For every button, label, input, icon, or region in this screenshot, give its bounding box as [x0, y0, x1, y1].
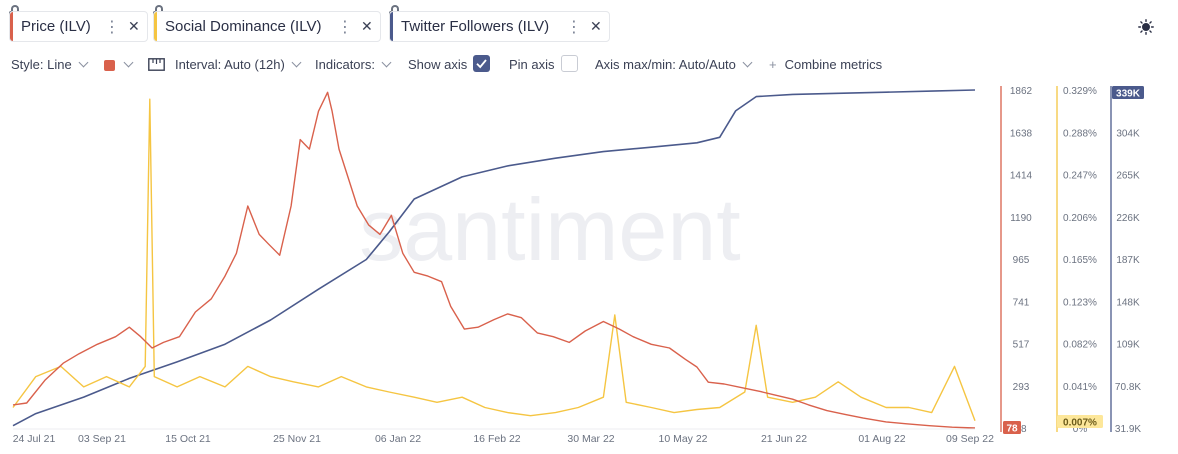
- price-axis-tick-label: 517: [1013, 340, 1030, 351]
- tab-price[interactable]: Price (ILV) ⋮ ✕: [9, 11, 148, 42]
- x-tick-label: 01 Aug 22: [858, 433, 905, 445]
- twitter-followers-axis-tick-label: 70.8K: [1115, 382, 1141, 393]
- twitter-followers-axis-tick-label: 187K: [1116, 255, 1140, 266]
- metric-tabs: Price (ILV) ⋮ ✕ Social Dominance (ILV) ⋮…: [0, 0, 1178, 52]
- show-axis-label: Show axis: [408, 57, 468, 72]
- chevron-down-icon: [291, 57, 302, 68]
- x-tick-label: 10 May 22: [658, 433, 707, 445]
- show-axis-checkbox[interactable]: [473, 55, 490, 72]
- social-dominance-axis-tick-label: 0.288%: [1063, 128, 1097, 139]
- price-axis-tick-label: 1862: [1010, 86, 1033, 97]
- style-select[interactable]: Style: Line: [11, 57, 89, 72]
- social-dominance-axis-tick-label: 0.123%: [1063, 297, 1097, 308]
- x-tick-label: 06 Jan 22: [375, 433, 421, 445]
- tab-social-dominance-color: [154, 12, 157, 41]
- tab-social-dominance-label: Social Dominance (ILV): [165, 18, 322, 35]
- tab-price-label: Price (ILV): [21, 18, 91, 35]
- price-axis-tick-label: 1190: [1010, 213, 1032, 224]
- pin-axis-label: Pin axis: [509, 57, 555, 72]
- price-axis-tick-label: 965: [1013, 255, 1030, 266]
- price-current-badge: 78: [1006, 424, 1018, 435]
- more-icon[interactable]: ⋮: [104, 17, 120, 37]
- tab-twitter-followers-label: Twitter Followers (ILV): [401, 18, 550, 35]
- social-dominance-axis-tick-label: 0.041%: [1063, 382, 1097, 393]
- style-label: Style: Line: [11, 57, 72, 72]
- axis-maxmin-label: Axis max/min: Auto/Auto: [595, 57, 736, 72]
- color-dropdown[interactable]: [117, 57, 134, 72]
- x-tick-label: 25 Nov 21: [273, 433, 321, 445]
- social-dominance-axis-tick-label: 0.247%: [1063, 171, 1097, 182]
- toolbar: Style: Line Interval: Auto (12h) Indicat…: [0, 55, 1178, 75]
- chart[interactable]: santiment 1862 1638 1414 1190 965 741 517 293 78…: [0, 82, 1178, 454]
- x-tick-label: 21 Jun 22: [761, 433, 807, 445]
- ruler-icon: [148, 58, 165, 71]
- watermark: santiment: [359, 180, 741, 279]
- twitter-followers-axis-tick-label: 109K: [1116, 340, 1140, 351]
- check-icon: [476, 59, 487, 69]
- tab-social-dominance[interactable]: Social Dominance (ILV) ⋮ ✕: [153, 11, 381, 42]
- color-swatch[interactable]: [104, 60, 115, 71]
- combine-metrics-button[interactable]: + Combine metrics: [769, 57, 882, 72]
- social-dominance-axis-tick-label: 0.165%: [1063, 255, 1097, 266]
- close-icon[interactable]: ✕: [128, 18, 140, 35]
- price-axis-tick-label: 1414: [1010, 171, 1033, 182]
- chevron-down-icon: [123, 57, 134, 68]
- tab-price-color: [10, 12, 13, 41]
- theme-toggle-icon[interactable]: [1138, 19, 1154, 35]
- indicators-select[interactable]: Indicators:: [315, 57, 392, 72]
- combine-metrics-label: Combine metrics: [784, 57, 883, 72]
- twitter-followers-current-badge: 339K: [1116, 89, 1141, 100]
- close-icon[interactable]: ✕: [590, 18, 602, 35]
- social-dominance-axis-tick-label: 0.206%: [1063, 213, 1097, 224]
- more-icon[interactable]: ⋮: [566, 17, 582, 37]
- twitter-followers-axis-tick-label: 31.9K: [1115, 424, 1141, 435]
- price-axis-tick-label: 1638: [1010, 128, 1033, 139]
- x-tick-label: 30 Mar 22: [567, 433, 614, 445]
- axis-maxmin-select[interactable]: Axis max/min: Auto/Auto: [595, 57, 753, 72]
- pin-axis-checkbox[interactable]: [561, 55, 578, 72]
- chevron-down-icon: [742, 57, 753, 68]
- social-dominance-axis-tick-label: 0.329%: [1063, 86, 1097, 97]
- social-dominance-axis-tick-label: 0.082%: [1063, 340, 1097, 351]
- x-tick-label: 03 Sep 21: [78, 433, 126, 445]
- plus-icon: +: [769, 57, 777, 72]
- twitter-followers-axis-tick-label: 304K: [1116, 128, 1140, 139]
- interval-label: Interval: Auto (12h): [175, 57, 285, 72]
- x-tick-label: 24 Jul 21: [13, 433, 56, 445]
- more-icon[interactable]: ⋮: [337, 17, 353, 37]
- price-axis-tick-label: 293: [1013, 382, 1030, 393]
- tab-twitter-followers-color: [390, 12, 393, 41]
- interval-select[interactable]: Interval: Auto (12h): [175, 57, 302, 72]
- close-icon[interactable]: ✕: [361, 18, 373, 35]
- twitter-followers-axis-tick-label: 226K: [1116, 213, 1140, 224]
- price-axis-tick-label: 741: [1013, 297, 1030, 308]
- twitter-followers-axis-tick-label: 148K: [1116, 297, 1140, 308]
- social-dominance-current-badge: 0.007%: [1063, 418, 1097, 429]
- x-tick-label: 15 Oct 21: [165, 433, 211, 445]
- tab-twitter-followers[interactable]: Twitter Followers (ILV) ⋮ ✕: [389, 11, 610, 42]
- twitter-followers-axis-tick-label: 265K: [1116, 171, 1140, 182]
- x-tick-label: 16 Feb 22: [473, 433, 520, 445]
- chevron-down-icon: [78, 57, 89, 68]
- chevron-down-icon: [381, 57, 392, 68]
- indicators-label: Indicators:: [315, 57, 375, 72]
- x-tick-label: 09 Sep 22: [946, 433, 994, 445]
